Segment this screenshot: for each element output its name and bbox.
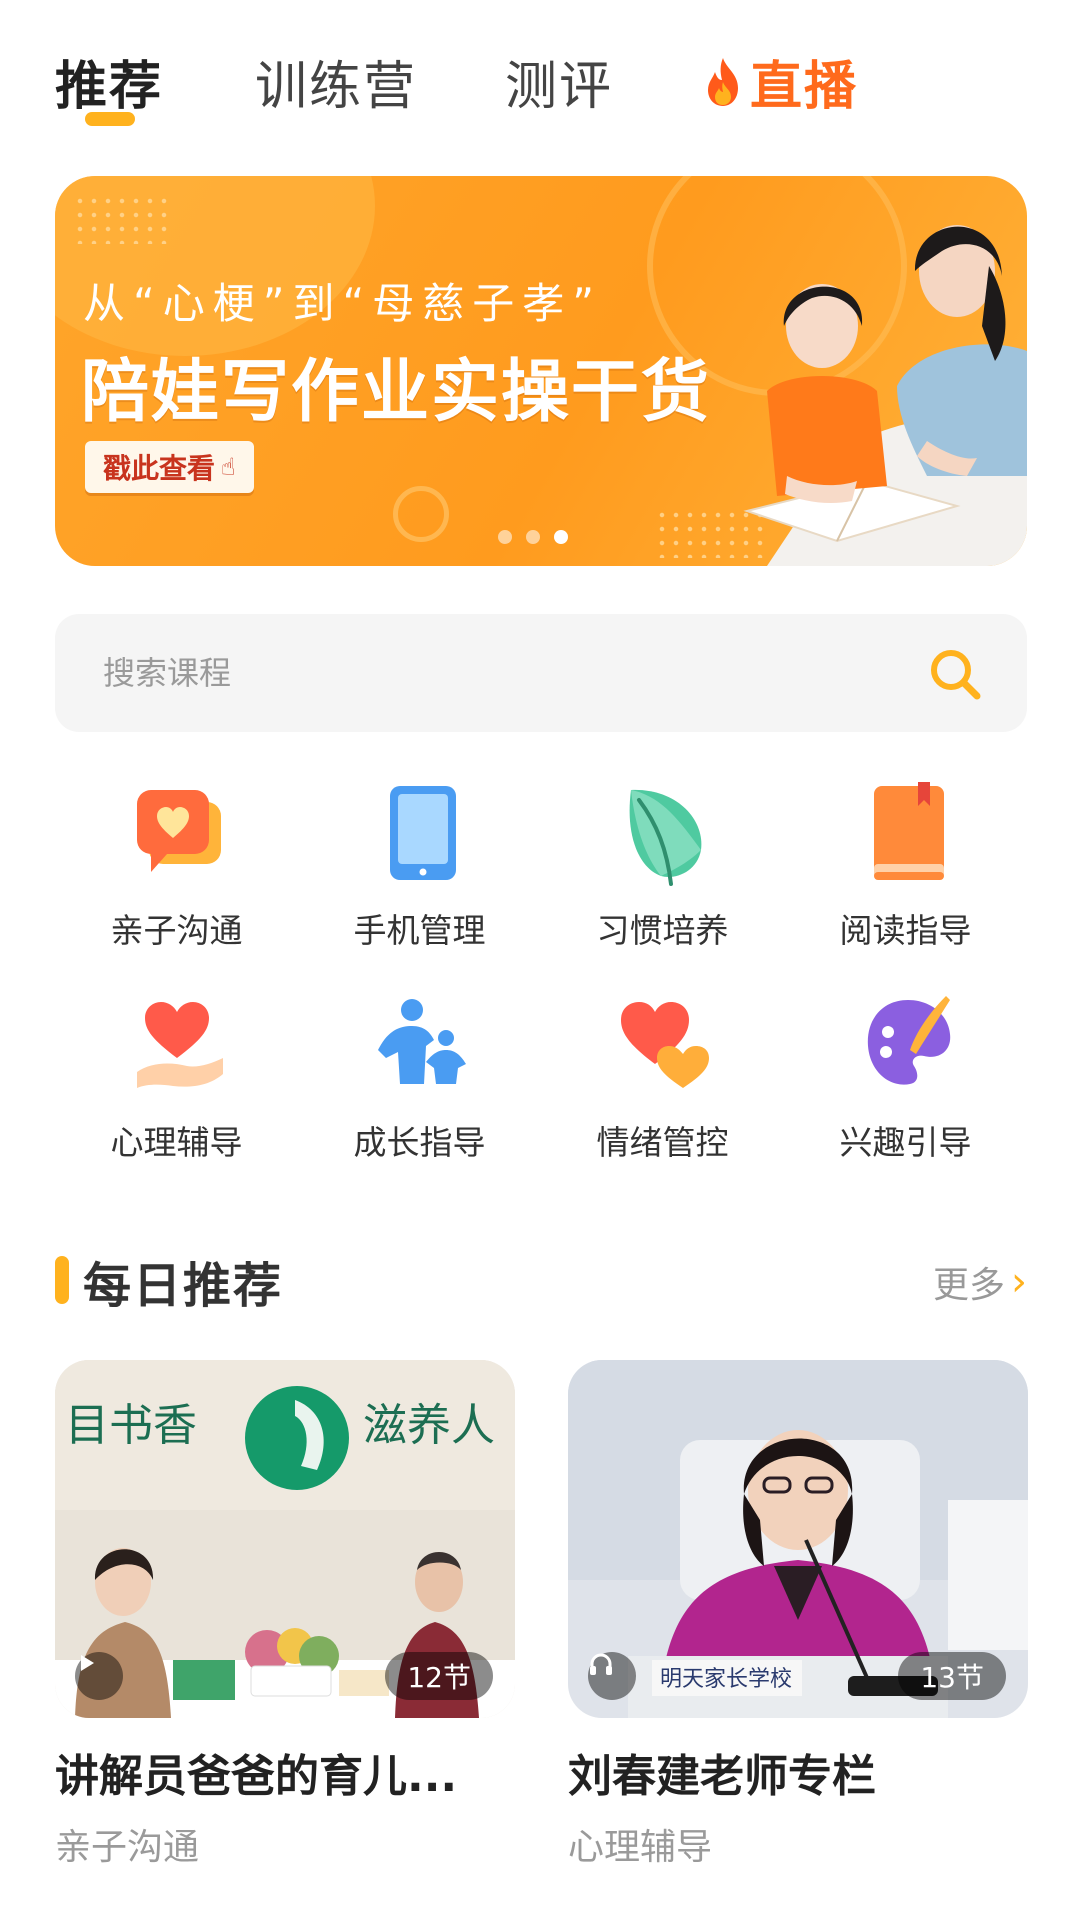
pager-dot-active[interactable]: [554, 530, 568, 544]
category-label: 情绪管控: [596, 1123, 729, 1162]
search-bar[interactable]: [55, 614, 1027, 732]
home-screen: 推荐 训练营 测评 直播 从“心梗”到“母慈子孝” 陪娃写作业实操干货 戳此查看…: [0, 0, 1080, 1920]
tab-live-label: 直播: [750, 57, 859, 117]
lesson-count-badge: 12节: [385, 1652, 493, 1700]
heart-hand-icon: [137, 1002, 223, 1088]
course-card[interactable]: 明天家长学校 13节 刘春建老师专栏 心理辅导: [568, 1360, 1028, 1870]
more-link[interactable]: 更多 ›: [933, 1256, 1027, 1308]
tab-live[interactable]: 直播: [700, 44, 858, 119]
leaf-icon: [629, 789, 702, 886]
fire-icon: [708, 57, 738, 106]
daily-recommend-header: 每日推荐 更多 ›: [55, 1246, 1027, 1316]
category-label: 阅读指导: [839, 911, 972, 950]
section-accent-bar: [55, 1256, 69, 1304]
banner-cta-label: 戳此查看: [103, 452, 216, 485]
course-title: 讲解员爸爸的育儿...: [55, 1751, 458, 1802]
svg-text:明天家长学校: 明天家长学校: [660, 1667, 792, 1692]
media-type-badge: [75, 1652, 123, 1700]
category-psychological-counseling[interactable]: 心理辅导: [55, 992, 298, 1192]
course-category: 心理辅导: [568, 1827, 713, 1868]
banner-illustration: [743, 225, 1027, 566]
tab-training-camp[interactable]: 训练营: [255, 44, 417, 119]
tab-assessment[interactable]: 测评: [505, 44, 613, 119]
lesson-count-badge: 13节: [898, 1652, 1006, 1700]
tab-recommend[interactable]: 推荐: [55, 44, 163, 119]
tablet-icon: [390, 786, 456, 880]
course-thumbnail: 明天家长学校 13节: [568, 1360, 1028, 1718]
book-icon: [874, 782, 944, 880]
search-icon[interactable]: [927, 646, 983, 702]
category-reading-guidance[interactable]: 阅读指导: [784, 780, 1027, 980]
banner-pagination: [498, 530, 568, 544]
banner-subtitle: 从“心梗”到“母慈子孝”: [83, 279, 603, 328]
course-category: 亲子沟通: [55, 1827, 200, 1868]
category-label: 成长指导: [353, 1123, 486, 1162]
category-parent-child-communication[interactable]: 亲子沟通: [55, 780, 298, 980]
category-label: 手机管理: [353, 911, 486, 950]
course-card[interactable]: 目书香 滋养人 12节 讲解员爸爸的育儿... 亲子沟通: [55, 1360, 515, 1870]
category-growth-guidance[interactable]: 成长指导: [298, 992, 541, 1192]
category-phone-management[interactable]: 手机管理: [298, 780, 541, 980]
category-emotion-management[interactable]: 情绪管控: [541, 992, 784, 1192]
parent-child-icon: [378, 999, 466, 1084]
category-label: 习惯培养: [596, 911, 729, 950]
banner-dot-pattern: [73, 194, 168, 244]
palette-icon: [867, 996, 951, 1085]
tab-training-camp-label: 训练营: [255, 57, 418, 117]
category-label: 兴趣引导: [839, 1123, 972, 1162]
headphones-icon: [590, 1653, 612, 1675]
banner-headline: 陪娃写作业实操干货: [81, 353, 712, 432]
active-tab-indicator: [85, 112, 135, 126]
category-label: 亲子沟通: [110, 911, 243, 950]
pager-dot[interactable]: [526, 530, 540, 544]
svg-text:滋养人: 滋养人: [363, 1400, 495, 1451]
course-title: 刘春建老师专栏: [568, 1751, 876, 1802]
search-input[interactable]: [103, 614, 903, 732]
tab-assessment-label: 测评: [505, 57, 614, 117]
play-icon: [81, 1655, 94, 1671]
pointing-hand-icon: ☝: [221, 453, 236, 481]
top-tab-bar: 推荐 训练营 测评 直播: [55, 34, 1025, 144]
banner-cta-button[interactable]: 戳此查看 ☝: [85, 441, 254, 493]
course-thumbnail: 目书香 滋养人 12节: [55, 1360, 515, 1718]
category-habit-building[interactable]: 习惯培养: [541, 780, 784, 980]
more-link-label: 更多: [932, 1265, 1005, 1306]
pager-dot[interactable]: [498, 530, 512, 544]
category-interest-guidance[interactable]: 兴趣引导: [784, 992, 1027, 1192]
category-label: 心理辅导: [110, 1123, 243, 1162]
two-hearts-icon: [621, 1002, 709, 1088]
banner-decoration: [393, 486, 449, 542]
promo-banner[interactable]: 从“心梗”到“母慈子孝” 陪娃写作业实操干货 戳此查看 ☝: [55, 176, 1027, 566]
media-type-badge: [588, 1652, 636, 1700]
svg-text:目书香: 目书香: [65, 1400, 197, 1451]
chevron-right-icon: ›: [1011, 1259, 1027, 1305]
tab-recommend-label: 推荐: [55, 57, 164, 117]
section-title: 每日推荐: [83, 1258, 284, 1314]
chat-heart-icon: [137, 790, 221, 872]
